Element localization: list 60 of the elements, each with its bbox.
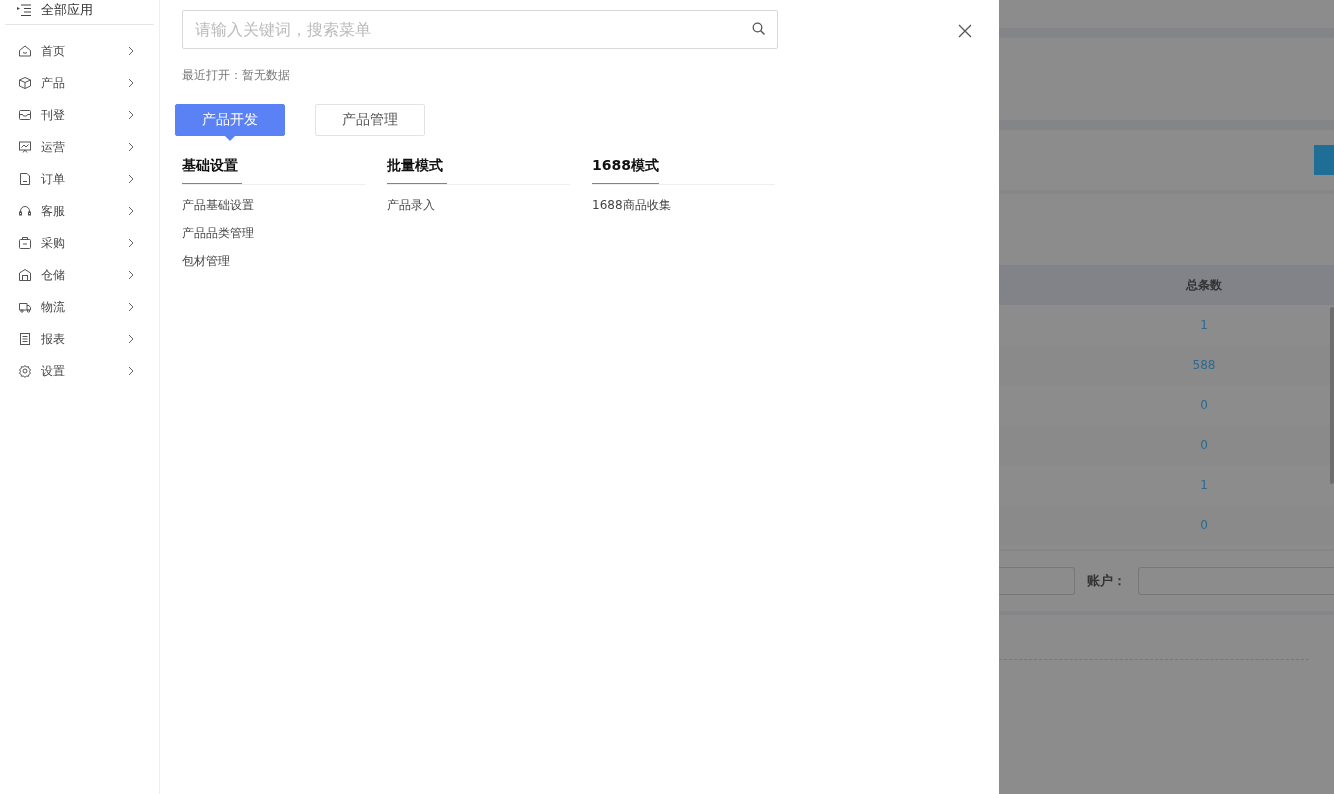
chevron-icon: [128, 302, 134, 312]
document-icon: [18, 172, 32, 186]
input-field[interactable]: [999, 567, 1075, 595]
report-icon: [18, 332, 32, 346]
sidebar-item[interactable]: 运营: [5, 131, 154, 163]
tray-icon: [18, 108, 32, 122]
table-cell-text: 0: [1199, 518, 1209, 532]
close-icon[interactable]: [958, 24, 972, 38]
menu-link[interactable]: 包材管理: [182, 254, 365, 282]
table-cell-text: 0: [1199, 438, 1209, 452]
menu-link[interactable]: 1688商品收集: [592, 198, 775, 226]
group-title: 批量模式: [387, 156, 447, 184]
menu-icon[interactable]: [16, 3, 32, 17]
menu-link[interactable]: 产品基础设置: [182, 198, 365, 226]
warehouse-icon: [18, 268, 32, 282]
group-title: 1688模式: [592, 156, 659, 184]
settings-icon: [18, 364, 32, 378]
group-title: 基础设置: [182, 156, 242, 184]
sidebar-item[interactable]: 客服: [5, 195, 154, 227]
chevron-icon: [128, 270, 134, 280]
field-label: 账户：: [1087, 572, 1126, 590]
chevron-icon: [128, 46, 134, 56]
chevron-icon: [128, 206, 134, 216]
sidebar-item[interactable]: 刊登: [5, 99, 154, 131]
sidebar-item[interactable]: 采购: [5, 227, 154, 259]
sidebar-item[interactable]: 订单: [5, 163, 154, 195]
chevron-icon: [128, 238, 134, 248]
table-cell-text: 588: [1191, 358, 1217, 372]
sidebar-item[interactable]: 设置: [5, 355, 154, 387]
table-cell-text: 1: [1199, 318, 1209, 332]
cube-icon: [18, 76, 32, 90]
table-cell-text: 0: [1199, 398, 1209, 412]
tab[interactable]: 产品管理: [315, 104, 425, 136]
recent-text: 最近打开：暂无数据: [182, 67, 291, 84]
headset-icon: [18, 204, 32, 218]
tab-pointer: [224, 135, 236, 141]
truck-icon: [18, 300, 32, 314]
sidebar-title: 全部应用: [41, 1, 93, 19]
sidebar-item[interactable]: 物流: [5, 291, 154, 323]
sidebar-item[interactable]: 仓储: [5, 259, 154, 291]
column-header: 总条数: [1184, 276, 1223, 294]
search-field[interactable]: 请输入关键词，搜索菜单: [182, 10, 778, 49]
bag-icon: [18, 236, 32, 250]
chevron-icon: [128, 366, 134, 376]
chevron-icon: [128, 142, 134, 152]
chevron-icon: [128, 334, 134, 344]
sidebar-item[interactable]: 报表: [5, 323, 154, 355]
home-icon: [18, 44, 32, 58]
tab[interactable]: 产品开发: [175, 104, 285, 136]
chevron-icon: [128, 174, 134, 184]
search-icon[interactable]: [752, 22, 766, 36]
chart-board-icon: [18, 140, 32, 154]
chevron-icon: [128, 78, 134, 88]
refresh-button[interactable]: [1314, 145, 1334, 175]
sidebar-item[interactable]: 产品: [5, 67, 154, 99]
chevron-icon: [128, 110, 134, 120]
menu-link[interactable]: 产品录入: [387, 198, 570, 226]
menu-link[interactable]: 产品品类管理: [182, 226, 365, 254]
sidebar-item[interactable]: 首页: [5, 35, 154, 67]
table-cell-text: 1: [1199, 478, 1209, 492]
